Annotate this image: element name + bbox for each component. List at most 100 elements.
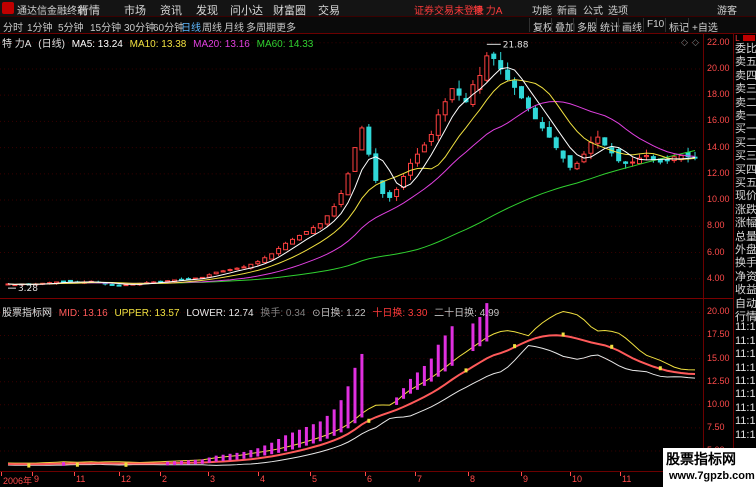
draw-line-button[interactable]: 画线 <box>618 18 645 34</box>
menu-jiaoyi[interactable]: 交易 <box>318 2 340 18</box>
menu-caifuquan[interactable]: 财富圈 <box>273 2 306 18</box>
signal-bar <box>360 353 364 418</box>
quote-side-panel[interactable]: L 委比 卖五 卖四 卖三 卖二 卖一 买一 买二 买三 买四 买五 现价 涨跌 涨幅 总量 外盘 换手 净资 收益… <box>733 34 756 487</box>
f10-button[interactable]: F10 <box>643 18 667 32</box>
main-kline-chart[interactable]: 21.88 3.28 <box>0 34 704 298</box>
chart-settings-icon[interactable]: ◇ <box>681 37 688 48</box>
menu-wenxiaoda[interactable]: 问小达 <box>230 2 263 18</box>
candle-body <box>449 88 455 101</box>
date-label: 10 <box>572 474 583 484</box>
period-fenshi[interactable]: 分时 <box>3 19 23 34</box>
indicator-lower: LOWER: 12.74 <box>186 308 254 319</box>
period-15min[interactable]: 15分钟 <box>90 19 121 34</box>
candle-body <box>366 126 372 155</box>
date-label: 8 <box>470 474 476 484</box>
candle-body <box>602 137 608 146</box>
signal-bar <box>186 460 190 465</box>
indicator-tick-label: 20.00 <box>707 306 730 317</box>
signal-bar <box>513 344 517 349</box>
date-tick <box>1 472 2 476</box>
candle-body <box>401 175 407 188</box>
candle-body <box>338 193 344 205</box>
date-label: 7 <box>417 474 423 484</box>
candle-body <box>213 271 219 275</box>
ma60-label: MA60: 14.33 <box>256 39 314 50</box>
side-panel-label: 11:1 <box>735 388 756 401</box>
date-tick <box>32 472 33 476</box>
price-tick-label: 16.00 <box>707 115 730 126</box>
menu-gongneng[interactable]: 功能 <box>532 2 552 17</box>
date-label: 5 <box>312 474 318 484</box>
menu-xinhua[interactable]: 新画 <box>557 2 577 17</box>
candle-body <box>567 155 573 168</box>
candle-body <box>352 147 358 172</box>
candle-body <box>491 53 497 59</box>
signal-bar <box>353 367 357 424</box>
indicator-name: 股票指标网 <box>2 308 52 319</box>
candle-body <box>206 274 212 278</box>
menu-shichang[interactable]: 市场 <box>124 2 146 18</box>
period-monthly[interactable]: 月线 <box>224 19 244 34</box>
menu-faxian[interactable]: 发现 <box>196 2 218 18</box>
indicator-chart[interactable] <box>0 299 704 471</box>
signal-bar <box>193 459 197 465</box>
signal-bar <box>402 388 406 399</box>
menu-youke[interactable]: 游客 <box>717 2 737 17</box>
menu-hangqing[interactable]: 行情 <box>78 2 100 18</box>
date-label: 2 <box>162 474 168 484</box>
candle-body <box>296 234 302 241</box>
menu-gongshi[interactable]: 公式 <box>583 2 603 17</box>
signal-bar <box>284 435 288 452</box>
date-tick <box>160 472 161 476</box>
signal-bar <box>249 450 253 458</box>
price-tick-label: 14.00 <box>707 141 730 152</box>
side-panel-label: 11:1 <box>735 321 756 334</box>
add-favorite-button[interactable]: +自选 <box>688 18 721 34</box>
main-chart-info: 特 力A (日线) MA5: 13.24 MA10: 13.38 MA20: 1… <box>2 35 317 50</box>
period-weekly[interactable]: 周线 <box>202 19 222 34</box>
date-tick <box>570 472 571 476</box>
period-1min[interactable]: 1分钟 <box>27 19 53 34</box>
app-logo-icon <box>2 2 14 14</box>
candle-body <box>630 161 636 164</box>
signal-bar <box>658 366 662 371</box>
candle-body <box>650 156 656 160</box>
candle-body <box>512 80 518 88</box>
menubar-stock-name: 特 力A <box>473 6 503 17</box>
side-panel-label: 11:1 <box>735 428 756 441</box>
low-label: 3.28 <box>18 284 38 294</box>
ma10-line <box>7 79 696 285</box>
ma20-line <box>7 100 696 285</box>
period-30min[interactable]: 30分钟 <box>124 19 155 34</box>
price-tick-label: 10.00 <box>707 194 730 205</box>
candle-body <box>560 150 566 159</box>
ma60-line <box>7 150 696 285</box>
indicator-value-axis: 20.0017.5015.0012.5010.007.505.00 <box>704 299 733 471</box>
candle-body <box>331 206 337 217</box>
mid-band-line <box>7 334 696 466</box>
chart-close-icon[interactable]: ◇ <box>692 37 699 48</box>
candle-body <box>553 137 559 149</box>
menu-xuanxiang[interactable]: 选项 <box>608 2 628 17</box>
period-more[interactable]: 更多 <box>276 19 296 34</box>
candle-body <box>303 231 309 235</box>
signal-bar <box>436 344 440 377</box>
candle-body <box>269 253 275 260</box>
date-label: 2006年 <box>3 476 33 486</box>
period-daily[interactable]: 日线 <box>181 19 201 34</box>
candle-body <box>616 149 622 162</box>
signal-bar <box>124 462 128 467</box>
period-multi[interactable]: 多周期 <box>246 19 276 34</box>
menu-zixun[interactable]: 资讯 <box>160 2 182 18</box>
candle-body <box>595 136 601 144</box>
price-tick-label: 8.00 <box>707 220 725 231</box>
date-tick <box>415 472 416 476</box>
candle-body <box>505 69 511 80</box>
signal-bar <box>173 461 177 466</box>
period-5min[interactable]: 5分钟 <box>58 19 84 34</box>
candle-body <box>290 238 296 245</box>
candle-body <box>234 267 240 270</box>
period-60min[interactable]: 60分钟 <box>153 19 184 34</box>
indicator-mid: MID: 13.16 <box>58 308 108 319</box>
signal-bar <box>408 378 412 394</box>
